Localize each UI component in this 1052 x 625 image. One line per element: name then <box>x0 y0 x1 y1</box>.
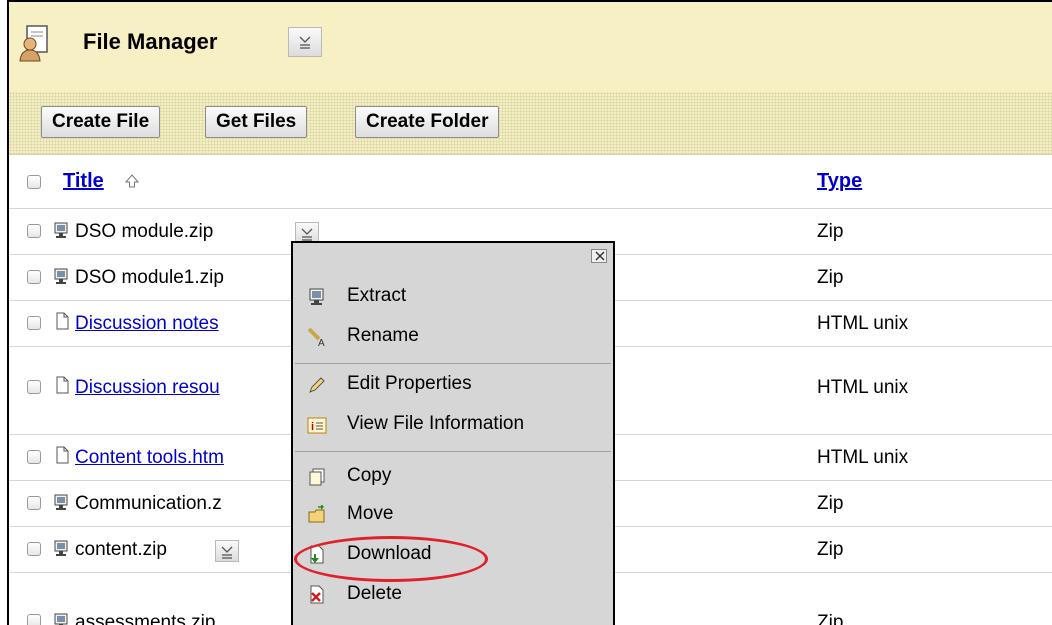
file-type: Zip <box>817 539 844 560</box>
file-name: DSO module1.zip <box>75 267 224 288</box>
menu-item-delete[interactable]: Delete <box>307 579 607 611</box>
download-highlight-ellipse <box>294 536 488 582</box>
title-column-header[interactable]: Title <box>63 170 104 193</box>
row-checkbox[interactable] <box>27 224 41 238</box>
row-checkbox[interactable] <box>27 270 41 284</box>
toolbar: Create File Get Files Create Folder <box>9 92 1052 155</box>
menu-item-label: Extract <box>347 285 407 306</box>
file-type: HTML unix <box>817 447 909 468</box>
svg-text:i: i <box>311 421 314 433</box>
row-checkbox[interactable] <box>27 316 41 330</box>
move-icon <box>308 505 325 523</box>
menu-item-label: Move <box>347 503 394 524</box>
menu-item-label: Delete <box>347 583 402 604</box>
menu-item-rename[interactable]: A Rename <box>307 321 607 353</box>
menu-separator <box>295 363 611 364</box>
menu-separator <box>295 451 611 452</box>
zip-file-icon <box>54 613 68 625</box>
menu-item-extract[interactable]: Extract <box>307 281 607 313</box>
create-file-button[interactable]: Create File <box>41 106 161 138</box>
type-column-header[interactable]: Type <box>817 170 862 193</box>
create-folder-button[interactable]: Create Folder <box>355 106 500 138</box>
menu-item-copy[interactable]: Copy <box>307 461 607 493</box>
copy-icon <box>309 468 325 486</box>
zip-file-icon <box>54 268 68 284</box>
file-type: Zip <box>817 493 844 514</box>
file-type: HTML unix <box>817 377 909 398</box>
menu-item-move[interactable]: Move <box>307 499 607 531</box>
get-files-button[interactable]: Get Files <box>205 106 308 138</box>
zip-file-icon <box>54 494 68 510</box>
close-button[interactable] <box>591 249 607 263</box>
row-checkbox[interactable] <box>27 496 41 510</box>
chevron-down-icon <box>301 228 313 241</box>
menu-item-label: View File Information <box>347 413 525 434</box>
info-icon: i <box>307 417 327 434</box>
file-name-link[interactable]: Discussion resou <box>75 377 220 399</box>
file-name: DSO module.zip <box>75 221 214 242</box>
menu-item-view-file-information[interactable]: i View File Information <box>307 409 607 441</box>
page-title: File Manager <box>83 29 218 54</box>
file-name-link[interactable]: Content tools.htm <box>75 447 224 469</box>
chevron-down-icon <box>299 36 311 49</box>
menu-item-edit-properties[interactable]: Edit Properties <box>307 369 607 401</box>
file-name-link[interactable]: Discussion notes <box>75 313 219 335</box>
zip-file-icon <box>54 540 68 556</box>
menu-item-label: Rename <box>347 325 419 346</box>
document-icon <box>56 376 69 394</box>
extract-icon <box>309 288 324 305</box>
row-menu-button[interactable] <box>215 540 239 562</box>
delete-icon <box>310 585 324 604</box>
row-checkbox[interactable] <box>27 380 41 394</box>
header-bar: File Manager <box>9 2 1052 92</box>
chevron-down-icon <box>221 546 233 559</box>
file-type: Zip <box>817 612 844 625</box>
table-header: Title Type <box>9 154 1052 209</box>
row-checkbox[interactable] <box>27 614 41 625</box>
file-type: Zip <box>817 221 844 242</box>
select-all-checkbox[interactable] <box>27 175 41 189</box>
rename-icon: A <box>307 327 325 347</box>
user-file-icon <box>19 25 48 62</box>
close-icon <box>595 251 605 261</box>
document-icon <box>56 312 69 330</box>
zip-file-icon <box>54 222 68 238</box>
menu-item-label: Edit Properties <box>347 373 472 394</box>
document-icon <box>56 446 69 464</box>
file-name: assessments.zip <box>75 612 216 625</box>
title-menu-button[interactable] <box>288 27 322 57</box>
svg-text:A: A <box>318 338 325 347</box>
sort-ascending-icon <box>125 174 139 188</box>
file-type: Zip <box>817 267 844 288</box>
pencil-icon <box>309 377 325 393</box>
file-type: HTML unix <box>817 313 909 334</box>
file-name: Communication.z <box>75 493 222 514</box>
row-checkbox[interactable] <box>27 450 41 464</box>
row-checkbox[interactable] <box>27 542 41 556</box>
menu-item-label: Copy <box>347 465 392 486</box>
file-name: content.zip <box>75 539 167 560</box>
